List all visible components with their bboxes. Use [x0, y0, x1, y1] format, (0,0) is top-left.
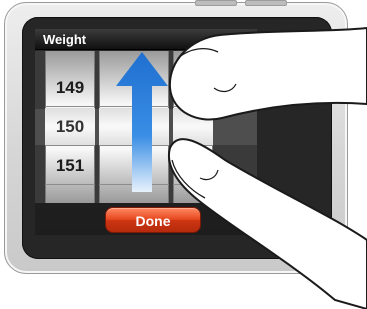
picker-value[interactable]	[173, 69, 213, 107]
volume-button[interactable]	[195, 0, 237, 6]
picker-value[interactable]: 151	[45, 147, 95, 185]
picker-value[interactable]	[173, 147, 213, 185]
up-arrow-icon	[116, 52, 168, 192]
ipod-nano-device: Weight 149 150 151 Done	[4, 0, 348, 274]
screen-title: Weight	[43, 32, 87, 47]
sleep-wake-button[interactable]	[245, 0, 287, 6]
battery-icon	[233, 34, 251, 44]
title-bar: Weight	[35, 29, 257, 50]
picker-value[interactable]: 149	[45, 69, 95, 107]
done-button[interactable]: Done	[105, 207, 201, 233]
